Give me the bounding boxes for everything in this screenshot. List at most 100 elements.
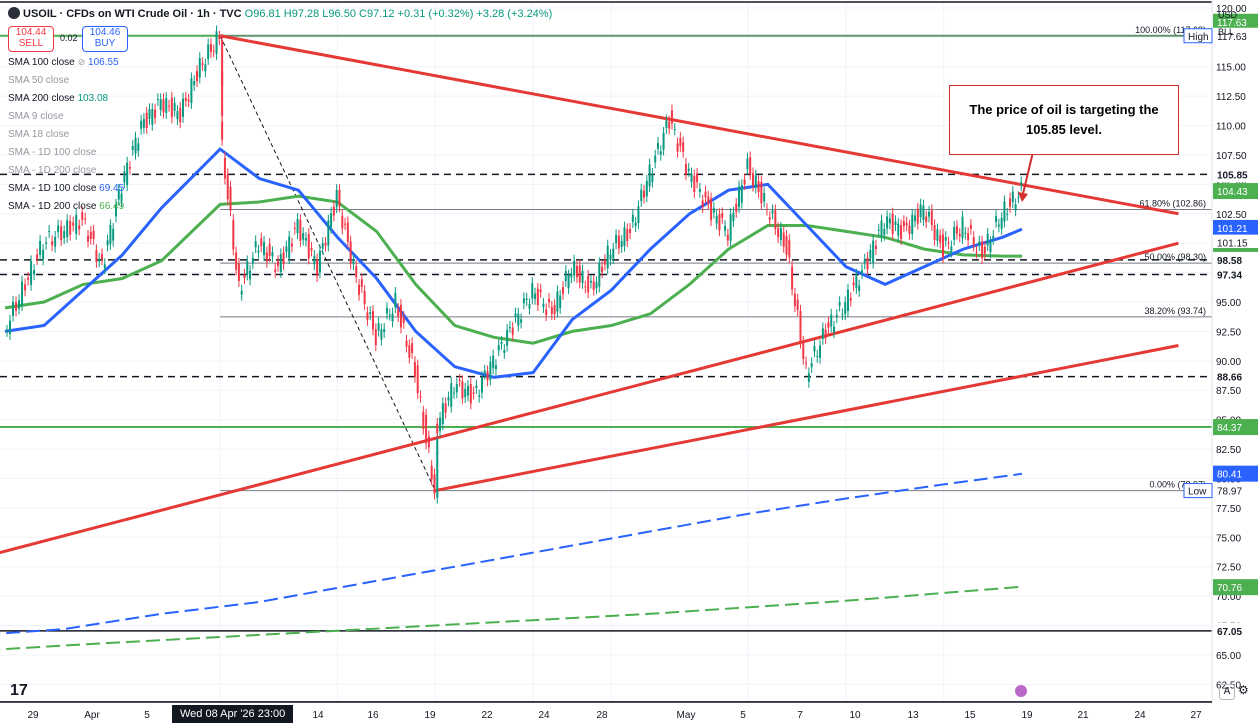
- candle-body: [564, 271, 567, 281]
- candle-body: [911, 214, 914, 235]
- indicator-row[interactable]: SMA - 1D 200 close 66.49: [8, 201, 124, 212]
- candle-body: [232, 220, 235, 250]
- indicator-row[interactable]: SMA 50 close: [8, 75, 69, 86]
- candle-body: [385, 308, 388, 314]
- candle-body: [751, 173, 754, 186]
- candle-body: [106, 240, 109, 246]
- indicator-row[interactable]: SMA 9 close: [8, 111, 64, 122]
- candle-body: [27, 277, 30, 280]
- candle-body: [511, 327, 514, 335]
- candle-body: [218, 36, 221, 40]
- candle-body: [542, 303, 545, 308]
- candle-body: [570, 273, 573, 278]
- candle-body: [24, 284, 27, 291]
- candle-body: [902, 221, 905, 227]
- axis-currency[interactable]: USD: [1218, 10, 1237, 20]
- candle-body: [335, 190, 338, 208]
- candle-body: [651, 173, 654, 182]
- candle-body: [207, 44, 210, 60]
- candle-body: [279, 254, 282, 272]
- candle-body: [372, 311, 375, 330]
- candle-body: [595, 282, 598, 289]
- indicator-row[interactable]: SMA - 1D 100 close: [8, 147, 96, 158]
- price-badge-tag-text: High: [1188, 32, 1209, 43]
- candle-body: [897, 223, 900, 236]
- y-tick-label: 77.50: [1216, 504, 1241, 515]
- candle-body: [900, 225, 903, 240]
- candle-body: [12, 301, 15, 316]
- candle-body: [860, 270, 863, 274]
- axis-unit[interactable]: BLL: [1218, 27, 1234, 37]
- candle-body: [718, 214, 721, 231]
- candle-body: [567, 275, 570, 289]
- candle-body: [634, 222, 637, 227]
- candle-body: [327, 220, 330, 246]
- gear-icon[interactable]: ⚙: [1238, 683, 1249, 697]
- tradingview-logo[interactable]: 17: [10, 682, 28, 700]
- candle-body: [989, 242, 992, 253]
- indicator-row[interactable]: SMA 100 close ⊘ 106.55: [8, 57, 119, 68]
- candle-body: [961, 216, 964, 238]
- candle-body: [620, 240, 623, 248]
- symbol-title[interactable]: USOIL · CFDs on WTI Crude Oil · 1h · TVC: [23, 8, 242, 20]
- candle-body: [103, 264, 106, 269]
- candle-body: [986, 233, 989, 246]
- candle-body: [514, 313, 517, 318]
- indicator-row[interactable]: SMA 200 close 103.08: [8, 93, 108, 104]
- price-badge-text: 97.34: [1217, 270, 1242, 281]
- candle-body: [525, 298, 528, 300]
- candle-body: [807, 373, 810, 382]
- auto-scale-button[interactable]: A: [1219, 684, 1235, 700]
- candle-body: [464, 388, 467, 398]
- x-tick-label: 21: [1077, 710, 1089, 721]
- candle-body: [391, 313, 394, 322]
- candle-body: [346, 222, 349, 242]
- candle-body: [684, 163, 687, 175]
- candle-body: [45, 242, 48, 244]
- price-badge-tag-text: Low: [1188, 487, 1207, 498]
- candle-body: [285, 246, 288, 252]
- candle-body: [33, 270, 36, 275]
- candle-body: [151, 109, 154, 125]
- candle-body: [791, 266, 794, 290]
- candle-body: [830, 314, 833, 327]
- fib-level-label: 38.20% (93.74): [1144, 306, 1206, 316]
- candle-body: [936, 229, 939, 241]
- candle-body: [453, 392, 456, 394]
- candle-body: [87, 235, 90, 242]
- candle-body: [221, 121, 224, 140]
- candle-body: [469, 383, 472, 404]
- candle-body: [950, 246, 953, 252]
- candle-body: [480, 376, 483, 393]
- candle-body: [123, 171, 126, 183]
- candle-body: [539, 289, 542, 293]
- candle-body: [240, 290, 243, 295]
- buy-button[interactable]: 104.46 BUY: [82, 26, 128, 52]
- candle-body: [223, 157, 226, 179]
- candle-body: [1014, 204, 1017, 211]
- ohlc-readout: O96.81 H97.28 L96.50 C97.12 +0.31 (+0.32…: [244, 8, 553, 20]
- candle-body: [746, 158, 749, 170]
- candle-body: [774, 210, 777, 230]
- candle-body: [712, 207, 715, 213]
- indicator-row[interactable]: SMA - 1D 200 close: [8, 165, 96, 176]
- y-tick-label: 107.50: [1216, 151, 1247, 162]
- indicator-row[interactable]: SMA 18 close: [8, 129, 69, 140]
- candle-body: [757, 181, 760, 192]
- candle-body: [427, 436, 430, 448]
- price-badge: 67.05: [1213, 622, 1258, 639]
- candle-body: [282, 252, 285, 265]
- sell-button[interactable]: 104.44 SELL: [8, 26, 54, 52]
- indicator-value: 106.55: [85, 57, 119, 68]
- candle-body: [805, 362, 808, 364]
- indicator-row[interactable]: SMA - 1D 100 close 69.45: [8, 183, 124, 194]
- candle-body: [338, 190, 341, 207]
- candle-body: [268, 243, 271, 256]
- price-badge: 105.85: [1213, 166, 1258, 183]
- candle-body: [413, 361, 416, 377]
- candle-body: [704, 191, 707, 198]
- candle-body: [483, 370, 486, 374]
- candle-body: [394, 292, 397, 308]
- candle-body: [550, 306, 553, 315]
- candle-body: [439, 417, 442, 432]
